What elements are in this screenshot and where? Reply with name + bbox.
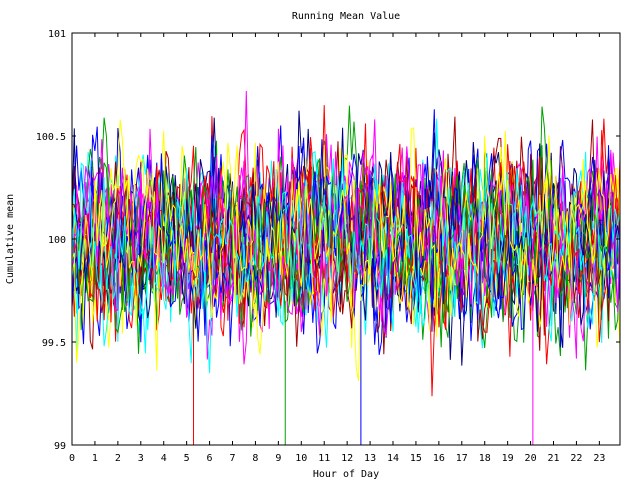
series-layer: [71, 90, 621, 445]
x-tick-label: 4: [161, 453, 167, 464]
y-tick-label: 99.5: [42, 338, 66, 349]
x-tick-label: 18: [479, 453, 491, 464]
y-tick-label: 101: [48, 29, 66, 40]
x-tick-label: 13: [364, 453, 376, 464]
x-tick-label: 1: [92, 453, 98, 464]
x-tick-label: 15: [410, 453, 422, 464]
x-tick-label: 3: [138, 453, 144, 464]
x-tick-label: 5: [184, 453, 190, 464]
x-tick-label: 21: [547, 453, 559, 464]
x-tick-label: 10: [295, 453, 307, 464]
x-tick-label: 20: [525, 453, 537, 464]
x-axis-label: Hour of Day: [313, 469, 379, 480]
y-tick-label: 99: [54, 441, 66, 452]
x-tick-label: 9: [275, 453, 281, 464]
x-tick-label: 16: [433, 453, 445, 464]
x-tick-label: 19: [502, 453, 514, 464]
x-tick-label: 6: [207, 453, 213, 464]
x-tick-label: 22: [570, 453, 582, 464]
x-tick-label: 2: [115, 453, 121, 464]
x-tick-label: 0: [69, 453, 75, 464]
x-tick-label: 11: [318, 453, 330, 464]
x-tick-label: 7: [229, 453, 235, 464]
y-tick-label: 100: [48, 235, 66, 246]
y-axis-label: Cumulative mean: [5, 194, 16, 284]
chart: 0 1 2 3 4 5 6 7 8 9 10 11 12 13 14 15 16 17 18 19 20 21 22 23 9…: [0, 0, 640, 480]
x-tick-label: 23: [593, 453, 605, 464]
x-tick-label: 17: [456, 453, 468, 464]
x-tick-label: 8: [252, 453, 258, 464]
y-tick-label: 100.5: [36, 132, 66, 143]
x-tick-label: 14: [387, 453, 399, 464]
x-tick-label: 12: [341, 453, 353, 464]
chart-svg: 0 1 2 3 4 5 6 7 8 9 10 11 12 13 14 15 16 17 18 19 20 21 22 23 9…: [5, 11, 621, 480]
chart-title: Running Mean Value: [292, 11, 400, 22]
